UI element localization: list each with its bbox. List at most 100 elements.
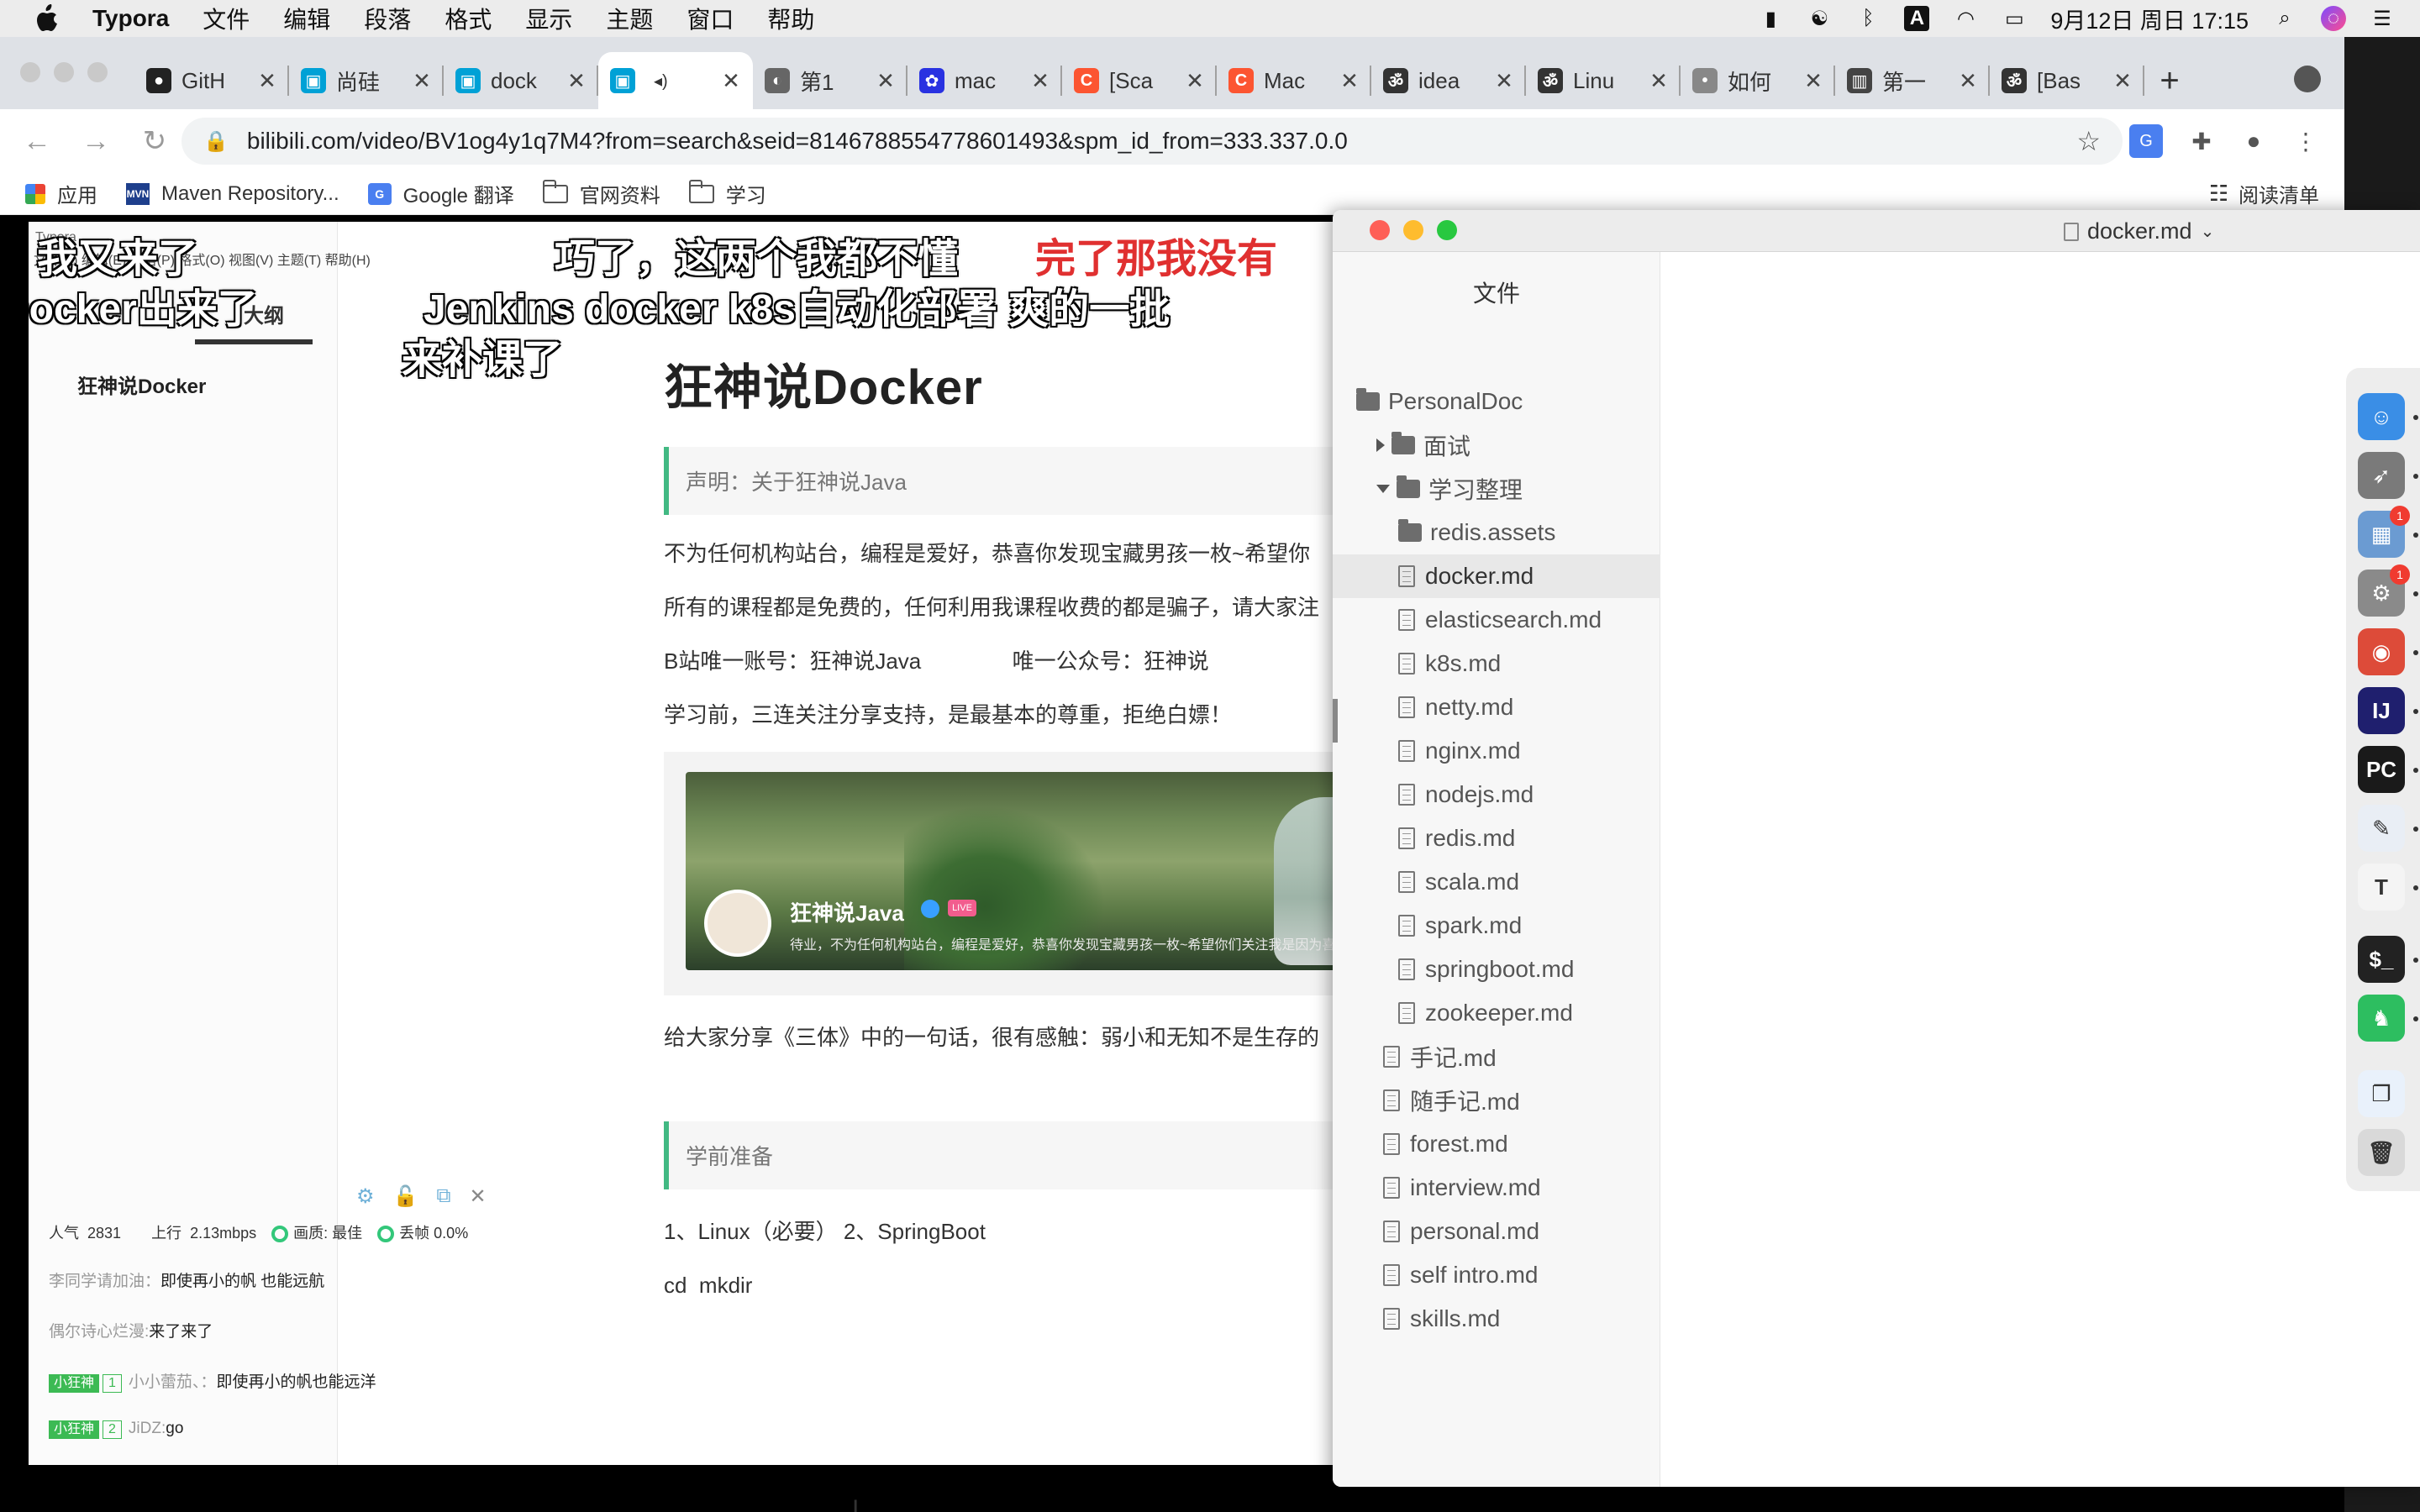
browser-tab[interactable]: ● GitH ✕ xyxy=(134,52,289,109)
forward-button[interactable]: → xyxy=(74,119,118,163)
file-item[interactable]: scala.md xyxy=(1398,860,1519,904)
file-item[interactable]: interview.md xyxy=(1383,1166,1541,1210)
file-item[interactable]: nodejs.md xyxy=(1398,773,1534,816)
file-item[interactable]: 手记.md xyxy=(1383,1035,1497,1079)
menu-paragraph[interactable]: 段落 xyxy=(364,2,411,35)
browser-tab[interactable]: ▣ dock ✕ xyxy=(444,52,598,109)
folder-item[interactable]: redis.assets xyxy=(1398,511,1555,554)
close-tab-icon[interactable]: ✕ xyxy=(1185,68,1205,94)
chrome-icon[interactable]: ◉ xyxy=(2358,628,2405,675)
profile-avatar-icon[interactable]: ● xyxy=(2237,124,2270,158)
close-icon[interactable]: ✕ xyxy=(470,1184,487,1209)
menu-file[interactable]: 文件 xyxy=(203,2,250,35)
chevron-right-icon[interactable] xyxy=(1376,438,1385,452)
notification-center-icon[interactable]: ☰ xyxy=(2370,6,2395,31)
folder-item[interactable]: PersonalDoc xyxy=(1356,380,1523,423)
folder-item[interactable]: 学习整理 xyxy=(1376,467,1523,511)
reload-button[interactable]: ↻ xyxy=(133,119,176,163)
bookmark-maven[interactable]: MVN Maven Repository... xyxy=(126,182,339,206)
file-item[interactable]: spark.md xyxy=(1398,904,1522,948)
battery-icon[interactable]: ▭ xyxy=(2002,6,2027,31)
tab-search-icon[interactable] xyxy=(2294,66,2321,92)
menu-edit[interactable]: 编辑 xyxy=(283,2,330,35)
browser-tab[interactable]: ▥ 第一 ✕ xyxy=(1835,52,1990,109)
browser-tab[interactable]: ॐ [Bas ✕ xyxy=(1990,52,2144,109)
siri-icon[interactable]: ◌ xyxy=(2321,6,2346,31)
menu-window[interactable]: 窗口 xyxy=(687,2,734,35)
apple-menu-icon[interactable] xyxy=(34,4,67,33)
bookmark-star-icon[interactable]: ☆ xyxy=(2076,125,2101,157)
browser-tab[interactable]: C [Sca ✕ xyxy=(1062,52,1217,109)
browser-tab[interactable]: ◐ 第1 ✕ xyxy=(753,52,908,109)
settings-icon[interactable]: ⚙ xyxy=(356,1184,375,1209)
zoom-window-button[interactable] xyxy=(1437,220,1457,240)
close-window-button[interactable] xyxy=(1370,220,1390,240)
phone-status-icon[interactable]: ▮ xyxy=(1758,6,1783,31)
browser-tab[interactable]: ✿ mac ✕ xyxy=(908,52,1062,109)
file-item[interactable]: nginx.md xyxy=(1398,729,1521,773)
browser-tab[interactable]: C Mac ✕ xyxy=(1217,52,1371,109)
close-tab-icon[interactable]: ✕ xyxy=(876,68,896,94)
bookmark-google-translate[interactable]: G Google 翻译 xyxy=(367,179,514,208)
pycharm-icon[interactable]: PC xyxy=(2358,746,2405,793)
bookmark-apps[interactable]: 应用 xyxy=(25,179,97,208)
menu-help[interactable]: 帮助 xyxy=(767,2,814,35)
menu-format[interactable]: 格式 xyxy=(445,2,492,35)
audio-playing-icon[interactable]: ◂) xyxy=(654,71,668,92)
folder-item[interactable]: 面试 xyxy=(1376,423,1470,467)
menu-view[interactable]: 显示 xyxy=(525,2,572,35)
menubar-clock[interactable]: 9月12日 周日 17:15 xyxy=(2050,3,2249,35)
address-bar[interactable]: 🔒 bilibili.com/video/BV1og4y1q7M4?from=s… xyxy=(182,118,2123,165)
documents-icon[interactable]: ❐ xyxy=(2358,1070,2405,1117)
input-method-icon[interactable]: A xyxy=(1904,6,1930,31)
spotlight-search-icon[interactable]: ⌕ xyxy=(2272,6,2297,31)
file-item[interactable]: redis.md xyxy=(1398,816,1515,860)
extensions-icon[interactable]: ✚ xyxy=(2185,124,2218,158)
file-item[interactable]: springboot.md xyxy=(1398,948,1574,991)
bluetooth-icon[interactable]: ᛒ xyxy=(1855,6,1881,31)
lock-icon[interactable]: 🔒 xyxy=(203,129,229,154)
file-item[interactable]: k8s.md xyxy=(1398,642,1501,685)
typora-document-title[interactable]: docker.md ⌄ xyxy=(2064,218,2214,244)
close-tab-icon[interactable]: ✕ xyxy=(412,68,432,94)
evernote-icon[interactable]: ♞ xyxy=(2358,995,2405,1042)
file-item[interactable]: netty.md xyxy=(1398,685,1513,729)
launchpad-icon[interactable]: ➶ xyxy=(2358,452,2405,499)
close-tab-icon[interactable]: ✕ xyxy=(721,68,741,94)
file-item[interactable]: docker.md xyxy=(1333,554,1660,598)
trash-icon[interactable]: 🗑 xyxy=(2358,1129,2405,1176)
file-item[interactable]: elasticsearch.md xyxy=(1398,598,1602,642)
minimize-window-button[interactable] xyxy=(1403,220,1423,240)
bookmark-folder-study[interactable]: 学习 xyxy=(688,179,766,208)
zoom-window-button[interactable] xyxy=(87,62,108,82)
close-tab-icon[interactable]: ✕ xyxy=(566,68,587,94)
browser-tab[interactable]: ▣ 尚硅 ✕ xyxy=(289,52,444,109)
close-tab-icon[interactable]: ✕ xyxy=(1339,68,1360,94)
close-tab-icon[interactable]: ✕ xyxy=(1958,68,1978,94)
close-tab-icon[interactable]: ✕ xyxy=(1649,68,1669,94)
browser-tab[interactable]: ॐ Linu ✕ xyxy=(1526,52,1681,109)
vpn-status-icon[interactable]: ☯ xyxy=(1807,6,1832,31)
popout-icon[interactable]: ⧉ xyxy=(436,1184,450,1209)
close-tab-icon[interactable]: ✕ xyxy=(1494,68,1514,94)
intellij-icon[interactable]: IJ xyxy=(2358,687,2405,734)
close-tab-icon[interactable]: ✕ xyxy=(1803,68,1823,94)
translate-extension-icon[interactable]: G xyxy=(2129,124,2163,158)
browser-tab[interactable]: ▣ ◂) ✕ xyxy=(598,52,753,109)
browser-tab[interactable]: ॐ idea ✕ xyxy=(1371,52,1526,109)
close-tab-icon[interactable]: ✕ xyxy=(257,68,277,94)
close-window-button[interactable] xyxy=(20,62,40,82)
menu-app-name[interactable]: Typora xyxy=(92,5,169,32)
reading-list-button[interactable]: ☷ 阅读清单 xyxy=(2209,179,2319,208)
close-tab-icon[interactable]: ✕ xyxy=(2112,68,2133,94)
browser-tab[interactable]: • 如何 ✕ xyxy=(1681,52,1835,109)
menu-theme[interactable]: 主题 xyxy=(606,2,653,35)
file-item[interactable]: forest.md xyxy=(1383,1122,1508,1166)
file-item[interactable]: self intro.md xyxy=(1383,1253,1539,1297)
close-tab-icon[interactable]: ✕ xyxy=(1030,68,1050,94)
typora-icon[interactable]: T xyxy=(2358,864,2405,911)
file-item[interactable]: 随手记.md xyxy=(1383,1079,1520,1122)
file-item[interactable]: skills.md xyxy=(1383,1297,1500,1341)
terminal-icon[interactable]: $_ xyxy=(2358,936,2405,983)
bookmark-folder-docs[interactable]: 官网资料 xyxy=(542,179,660,208)
